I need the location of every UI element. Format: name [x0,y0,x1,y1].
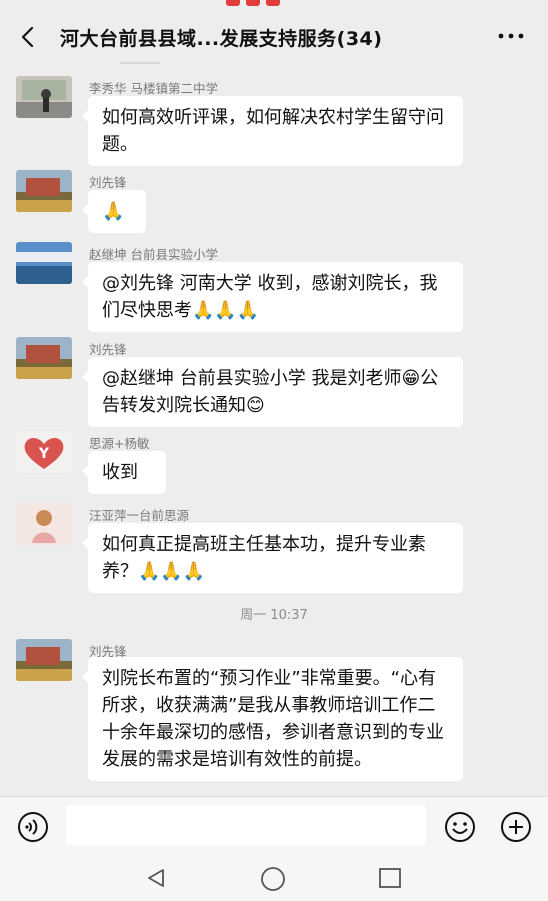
sender-name: 赵继坤 台前县实验小学 [89,247,218,262]
input-bar [0,796,548,855]
avatar-heart[interactable]: Y [16,431,72,473]
emoji-icon[interactable] [444,811,476,843]
sender-name: 刘先锋 [89,342,127,357]
message-bubble[interactable]: 🙏 [82,190,146,233]
avatar[interactable] [16,503,72,545]
more-dots-icon[interactable] [496,24,526,48]
message-bubble[interactable]: 如何高效听评课，如何解决农村学生留守问题。 [82,96,463,166]
sender-name: 李秀华 马楼镇第二中学 [89,81,218,96]
svg-text:Y: Y [38,446,50,462]
avatar[interactable] [16,337,72,379]
sender-name: 思源+杨敏 [89,436,150,451]
notification-icon [226,0,240,6]
message-bubble[interactable]: 如何真正提高班主任基本功，提升专业素养？🙏🙏🙏 [82,523,463,593]
sender-name: 汪亚萍一台前思源 [89,508,190,523]
chat-header: 河大台前县县域...发展支持服务(34) [0,8,548,66]
voice-icon[interactable] [17,811,49,843]
avatar[interactable] [16,639,72,681]
message-bubble[interactable]: 刘院长布置的“预习作业”非常重要。“心有所求，收获满满”是我从事教师培训工作二十… [82,657,463,781]
chat-title: 河大台前县县域...发展支持服务(34) [60,28,383,50]
triangle-back-icon[interactable] [144,866,168,890]
time-divider: 周一 10:37 [240,608,308,623]
status-bar [0,0,548,8]
notification-icon [246,0,260,6]
plus-icon[interactable] [500,811,532,843]
chevron-left-icon[interactable] [14,22,42,52]
square-recent-icon[interactable] [378,867,402,889]
message-input[interactable] [66,805,426,845]
notification-icon [266,0,280,6]
message-bubble[interactable]: 收到 [82,451,166,494]
avatar[interactable] [16,242,72,284]
scroll-hint [120,62,160,64]
avatar[interactable] [16,170,72,212]
sender-name: 刘先锋 [89,175,127,190]
avatar[interactable] [16,76,72,118]
message-bubble[interactable]: @赵继坤 台前县实验小学 我是刘老师😁公告转发刘院长通知😊 [82,357,463,427]
message-bubble[interactable]: @刘先锋 河南大学 收到，感谢刘院长，我们尽快思考🙏🙏🙏 [82,262,463,332]
circle-home-icon[interactable] [260,866,286,892]
system-nav-bar [0,854,548,901]
